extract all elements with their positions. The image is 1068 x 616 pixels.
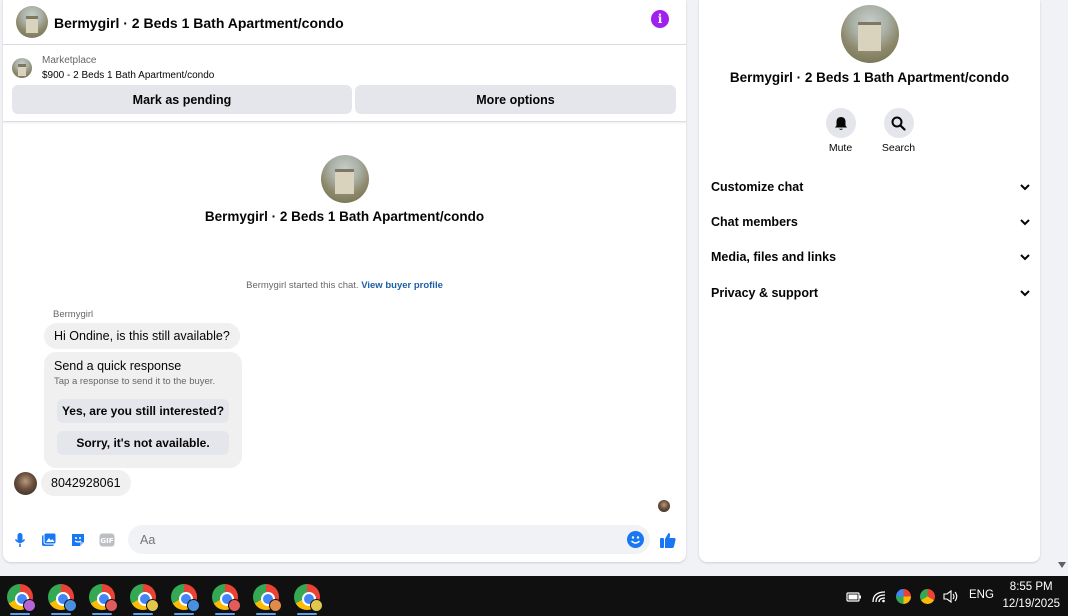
chevron-down-icon (1019, 287, 1031, 299)
chrome-profile-icon[interactable] (294, 584, 323, 612)
message-composer: GIF (3, 524, 686, 556)
active-indicator (10, 613, 30, 615)
chrome-profile-icon[interactable] (212, 584, 241, 612)
section-chat-members[interactable]: Chat members (711, 210, 1031, 234)
language-indicator[interactable]: ENG (969, 589, 994, 601)
sender-avatar[interactable] (14, 471, 37, 495)
quick-response-subtitle: Tap a response to send it to the buyer. (54, 376, 216, 387)
sender-name: Bermygirl (53, 309, 94, 320)
gif-icon[interactable]: GIF (99, 532, 115, 548)
info-actions: Mute Search (699, 108, 1040, 154)
thread-profile-name: Bermygirl · 2 Beds 1 Bath Apartment/cond… (204, 209, 485, 224)
search-button[interactable]: Search (881, 108, 916, 154)
chrome-profile-icon[interactable] (7, 584, 36, 612)
listing-info[interactable]: Marketplace $900 - 2 Beds 1 Bath Apartme… (12, 53, 214, 83)
active-indicator (256, 613, 276, 615)
chrome-profile-icon[interactable] (253, 584, 282, 612)
microphone-icon[interactable] (12, 532, 28, 548)
section-label: Media, files and links (711, 250, 837, 264)
chrome-profile-icon[interactable] (171, 584, 200, 612)
quick-response-card: Send a quick response Tap a response to … (44, 352, 242, 468)
chat-title[interactable]: Bermygirl · 2 Beds 1 Bath Apartment/cond… (54, 15, 344, 31)
photo-icon[interactable] (41, 532, 57, 548)
seen-indicator (658, 500, 670, 512)
active-indicator (133, 613, 153, 615)
chevron-down-icon (1019, 216, 1031, 228)
message-bubble: Hi Ondine, is this still available? (44, 323, 240, 349)
active-indicator (92, 613, 112, 615)
mute-button[interactable]: Mute (825, 108, 857, 154)
info-panel-avatar[interactable] (840, 5, 899, 63)
battery-icon[interactable] (846, 589, 861, 604)
more-options-button[interactable]: More options (355, 85, 676, 114)
chat-started-notice: Bermygirl started this chat. View buyer … (3, 280, 686, 291)
mute-label: Mute (828, 142, 853, 154)
section-privacy-support[interactable]: Privacy & support (711, 281, 1031, 305)
scroll-down-arrow[interactable] (1058, 562, 1066, 568)
quick-response-title: Send a quick response (54, 359, 182, 373)
app-tray-icon[interactable] (896, 589, 911, 604)
system-clock[interactable]: 8:55 PM 12/19/2025 (1002, 579, 1060, 613)
thread-profile-avatar[interactable] (320, 155, 369, 203)
listing-avatar[interactable] (16, 6, 48, 38)
search-icon[interactable] (883, 108, 914, 138)
info-icon[interactable]: i (651, 10, 669, 28)
section-label: Customize chat (711, 180, 804, 194)
message-row: 8042928061 (14, 470, 131, 496)
section-media-files-links[interactable]: Media, files and links (711, 245, 1031, 269)
chrome-tray-icon[interactable] (920, 589, 935, 604)
listing-source: Marketplace (42, 55, 97, 66)
message-input[interactable] (128, 525, 650, 554)
chrome-profile-icon[interactable] (130, 584, 159, 612)
active-indicator (215, 613, 235, 615)
emoji-icon[interactable] (627, 531, 644, 548)
message-bubble: 8042928061 (41, 470, 131, 496)
chat-info-panel: Bermygirl · 2 Beds 1 Bath Apartment/cond… (699, 0, 1040, 562)
listing-bar: Marketplace $900 - 2 Beds 1 Bath Apartme… (3, 45, 686, 122)
mark-as-pending-button[interactable]: Mark as pending (12, 85, 352, 114)
chrome-profile-icon[interactable] (89, 584, 118, 612)
quick-response-sorry-button[interactable]: Sorry, it's not available. (57, 431, 229, 455)
active-indicator (174, 613, 194, 615)
listing-thumbnail (12, 58, 32, 78)
section-label: Chat members (711, 215, 798, 229)
chevron-down-icon (1019, 181, 1031, 193)
svg-text:GIF: GIF (100, 537, 113, 545)
taskbar: ENG 8:55 PM 12/19/2025 (0, 576, 1068, 616)
clock-date: 12/19/2025 (1002, 598, 1060, 610)
seen-avatar (658, 500, 670, 512)
quick-response-yes-button[interactable]: Yes, are you still interested? (57, 399, 229, 423)
info-panel-name: Bermygirl · 2 Beds 1 Bath Apartment/cond… (729, 70, 1010, 85)
thumbs-up-icon[interactable] (659, 531, 677, 549)
chat-panel: Bermygirl · 2 Beds 1 Bath Apartment/cond… (3, 0, 686, 562)
message-thread: Bermygirl · 2 Beds 1 Bath Apartment/cond… (3, 123, 686, 513)
chrome-profile-icon[interactable] (48, 584, 77, 612)
bell-icon[interactable] (825, 108, 856, 138)
sticker-icon[interactable] (70, 532, 86, 548)
section-label: Privacy & support (711, 286, 818, 300)
section-customize-chat[interactable]: Customize chat (711, 175, 1031, 199)
wifi-icon[interactable] (872, 589, 887, 604)
view-buyer-profile-link[interactable]: View buyer profile (361, 280, 443, 291)
chat-header: Bermygirl · 2 Beds 1 Bath Apartment/cond… (3, 0, 686, 45)
listing-detail: $900 - 2 Beds 1 Bath Apartment/condo (42, 70, 215, 81)
active-indicator (297, 613, 317, 615)
chevron-down-icon (1019, 251, 1031, 263)
clock-time: 8:55 PM (1009, 581, 1053, 593)
search-label: Search (881, 142, 916, 154)
thread-profile: Bermygirl · 2 Beds 1 Bath Apartment/cond… (3, 155, 686, 224)
active-indicator (51, 613, 71, 615)
chat-started-text: Bermygirl started this chat. (246, 280, 359, 291)
volume-icon[interactable] (943, 589, 958, 604)
